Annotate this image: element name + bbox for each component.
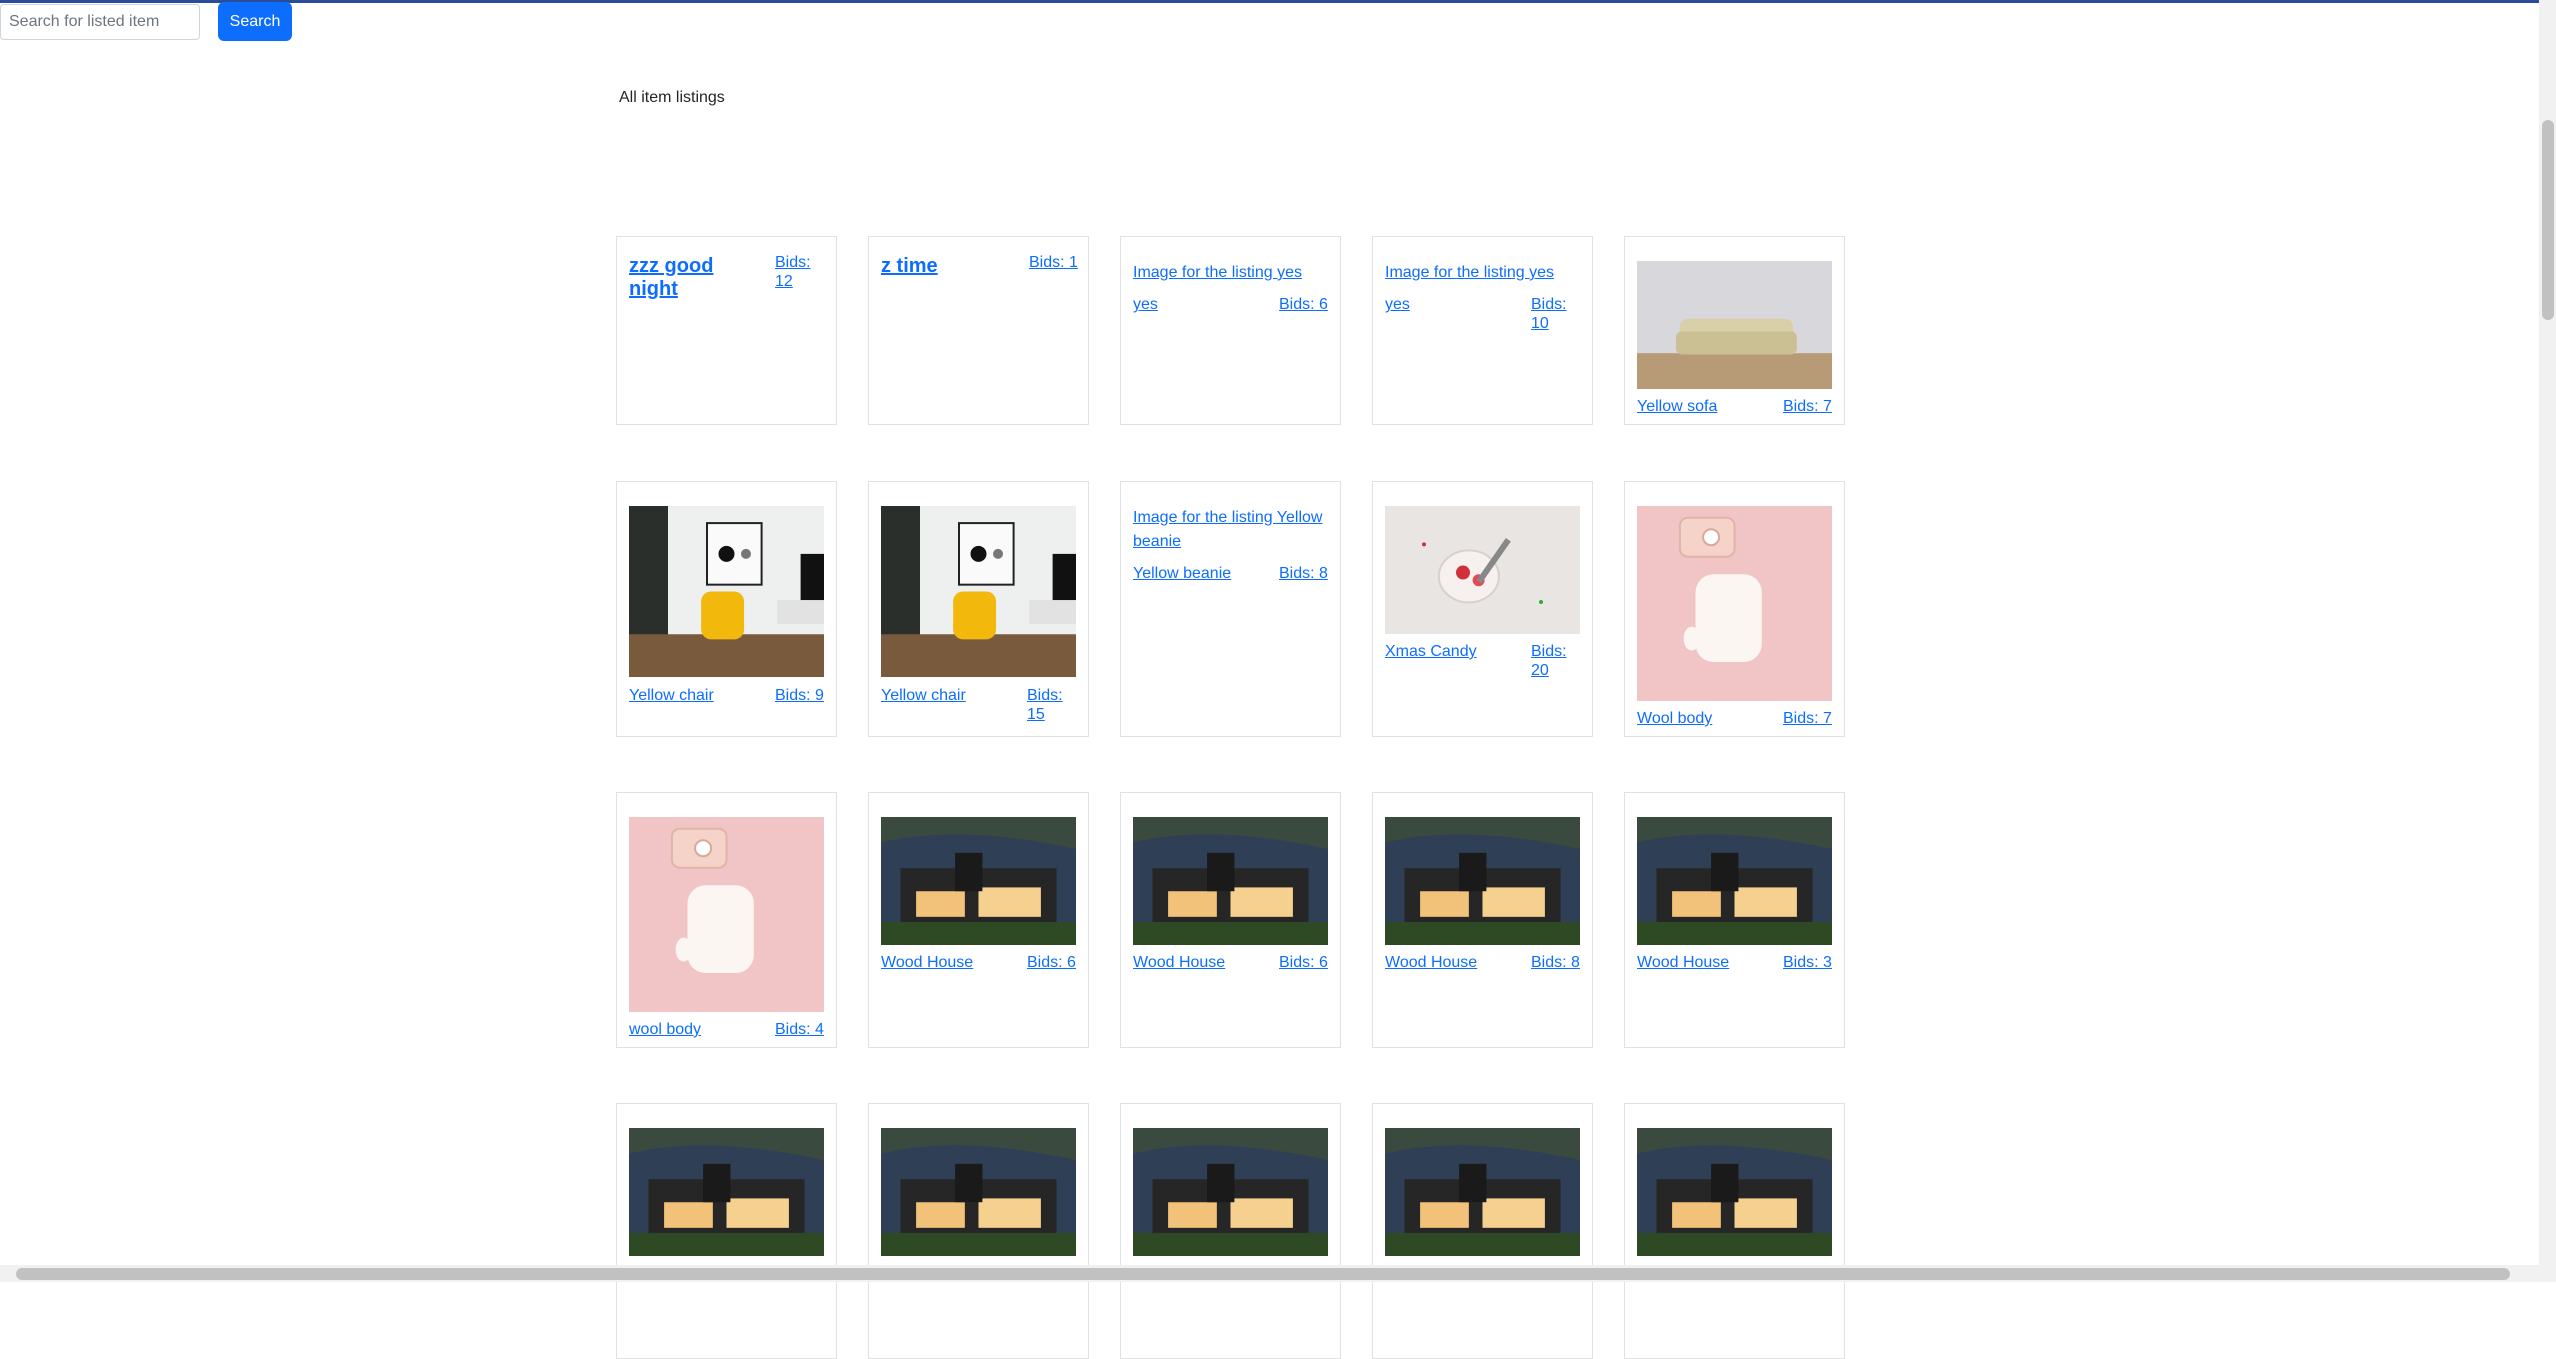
horizontal-scrollbar-thumb[interactable]	[16, 1268, 2510, 1280]
search-input[interactable]	[0, 4, 200, 40]
listing-card: z time Bids: 1	[868, 236, 1089, 425]
listing-bids-link[interactable]: Bids: 6	[1279, 295, 1334, 314]
listing-card: Yellow chair Bids: 15	[868, 481, 1089, 737]
listing-card: Wood House Bids: 6	[868, 792, 1089, 1048]
search-button[interactable]: Search	[218, 2, 292, 41]
horizontal-scrollbar[interactable]	[0, 1265, 2556, 1282]
listing-title-link[interactable]: Yellow chair	[629, 686, 759, 705]
listing-card: Wood House Bids: 6	[1120, 792, 1341, 1048]
listing-bids-link[interactable]: Bids: 7	[1783, 709, 1838, 728]
listing-card: Image for the listing Yellow beanie Yello…	[1120, 481, 1341, 737]
listing-title-link[interactable]: Yellow sofa	[1637, 397, 1767, 416]
listing-bids-link[interactable]: Bids: 4	[775, 1020, 830, 1039]
listing-image-house[interactable]	[881, 817, 1076, 945]
listing-bids-link[interactable]: Bids: 8	[1279, 564, 1334, 583]
listing-image-chair[interactable]	[629, 506, 824, 677]
listing-image-link[interactable]: Image for the listing Yellow beanie	[1133, 506, 1333, 554]
listing-card: Yellow chair Bids: 9	[616, 481, 837, 737]
listing-title-link[interactable]: Wood House	[1385, 953, 1515, 972]
listing-card: Wood House Bids: 8	[1372, 792, 1593, 1048]
listing-bids-link[interactable]: Bids: 7	[1783, 397, 1838, 416]
listing-bids-link[interactable]: Bids: 10	[1531, 295, 1586, 333]
listing-card: wool body Bids: 4	[616, 792, 837, 1048]
top-accent-line	[0, 0, 2556, 3]
listing-image-candy[interactable]	[1385, 506, 1580, 634]
page-title: All item listings	[619, 89, 725, 106]
listing-card	[1624, 1103, 1845, 1359]
listing-title-link[interactable]: Yellow chair	[881, 686, 1011, 705]
listing-title-link[interactable]: Yellow beanie	[1133, 564, 1263, 583]
listing-image-house[interactable]	[1637, 1128, 1832, 1256]
vertical-scrollbar[interactable]	[2539, 0, 2556, 1265]
listing-card	[1120, 1103, 1341, 1359]
listing-bids-link[interactable]: Bids: 6	[1279, 953, 1334, 972]
listing-image-house[interactable]	[1385, 817, 1580, 945]
listing-image-wool[interactable]	[629, 817, 824, 1012]
listing-bids-link[interactable]: Bids: 20	[1531, 642, 1586, 680]
listing-image-link[interactable]: Image for the listing yes	[1385, 261, 1585, 285]
listing-image-chair[interactable]	[881, 506, 1076, 677]
listing-title-link[interactable]: Xmas Candy	[1385, 642, 1515, 661]
listing-card: Xmas Candy Bids: 20	[1372, 481, 1593, 737]
listing-card	[868, 1103, 1089, 1359]
listing-bids-link[interactable]: Bids: 8	[1531, 953, 1586, 972]
listing-title-link[interactable]: z time	[881, 255, 1001, 278]
listing-title-link[interactable]: zzz good night	[629, 255, 749, 301]
listing-title-link[interactable]: Wood House	[881, 953, 1011, 972]
listing-bids-link[interactable]: Bids: 3	[1783, 953, 1838, 972]
listing-image-wool[interactable]	[1637, 506, 1832, 701]
listing-title-link[interactable]: Wood House	[1133, 953, 1263, 972]
listing-card: Wool body Bids: 7	[1624, 481, 1845, 737]
listing-bids-link[interactable]: Bids: 15	[1027, 686, 1082, 724]
listing-bids-link[interactable]: Bids: 12	[775, 253, 830, 291]
listing-bids-link[interactable]: Bids: 6	[1027, 953, 1082, 972]
listing-bids-link[interactable]: Bids: 9	[775, 686, 830, 705]
listing-image-house[interactable]	[629, 1128, 824, 1256]
listing-title-link[interactable]: wool body	[629, 1020, 759, 1039]
listing-image-house[interactable]	[1637, 817, 1832, 945]
listing-title-link[interactable]: yes	[1133, 295, 1263, 314]
listing-image-house[interactable]	[1133, 817, 1328, 945]
listing-card: Image for the listing yes yes Bids: 10	[1372, 236, 1593, 425]
listing-image-house[interactable]	[881, 1128, 1076, 1256]
listing-title-link[interactable]: Wood House	[1637, 953, 1767, 972]
listing-image-sofa[interactable]	[1637, 261, 1832, 389]
listing-card	[1372, 1103, 1593, 1359]
listing-card: Wood House Bids: 3	[1624, 792, 1845, 1048]
listing-card: Image for the listing yes yes Bids: 6	[1120, 236, 1341, 425]
listing-image-link[interactable]: Image for the listing yes	[1133, 261, 1333, 285]
listing-image-house[interactable]	[1133, 1128, 1328, 1256]
listing-title-link[interactable]: yes	[1385, 295, 1515, 314]
listing-title-link[interactable]: Wool body	[1637, 709, 1767, 728]
listing-bids-link[interactable]: Bids: 1	[1029, 253, 1082, 272]
vertical-scrollbar-thumb[interactable]	[2542, 120, 2554, 320]
listing-card: Yellow sofa Bids: 7	[1624, 236, 1845, 425]
listing-card: zzz good night Bids: 12	[616, 236, 837, 425]
listing-card	[616, 1103, 837, 1359]
listing-image-house[interactable]	[1385, 1128, 1580, 1256]
